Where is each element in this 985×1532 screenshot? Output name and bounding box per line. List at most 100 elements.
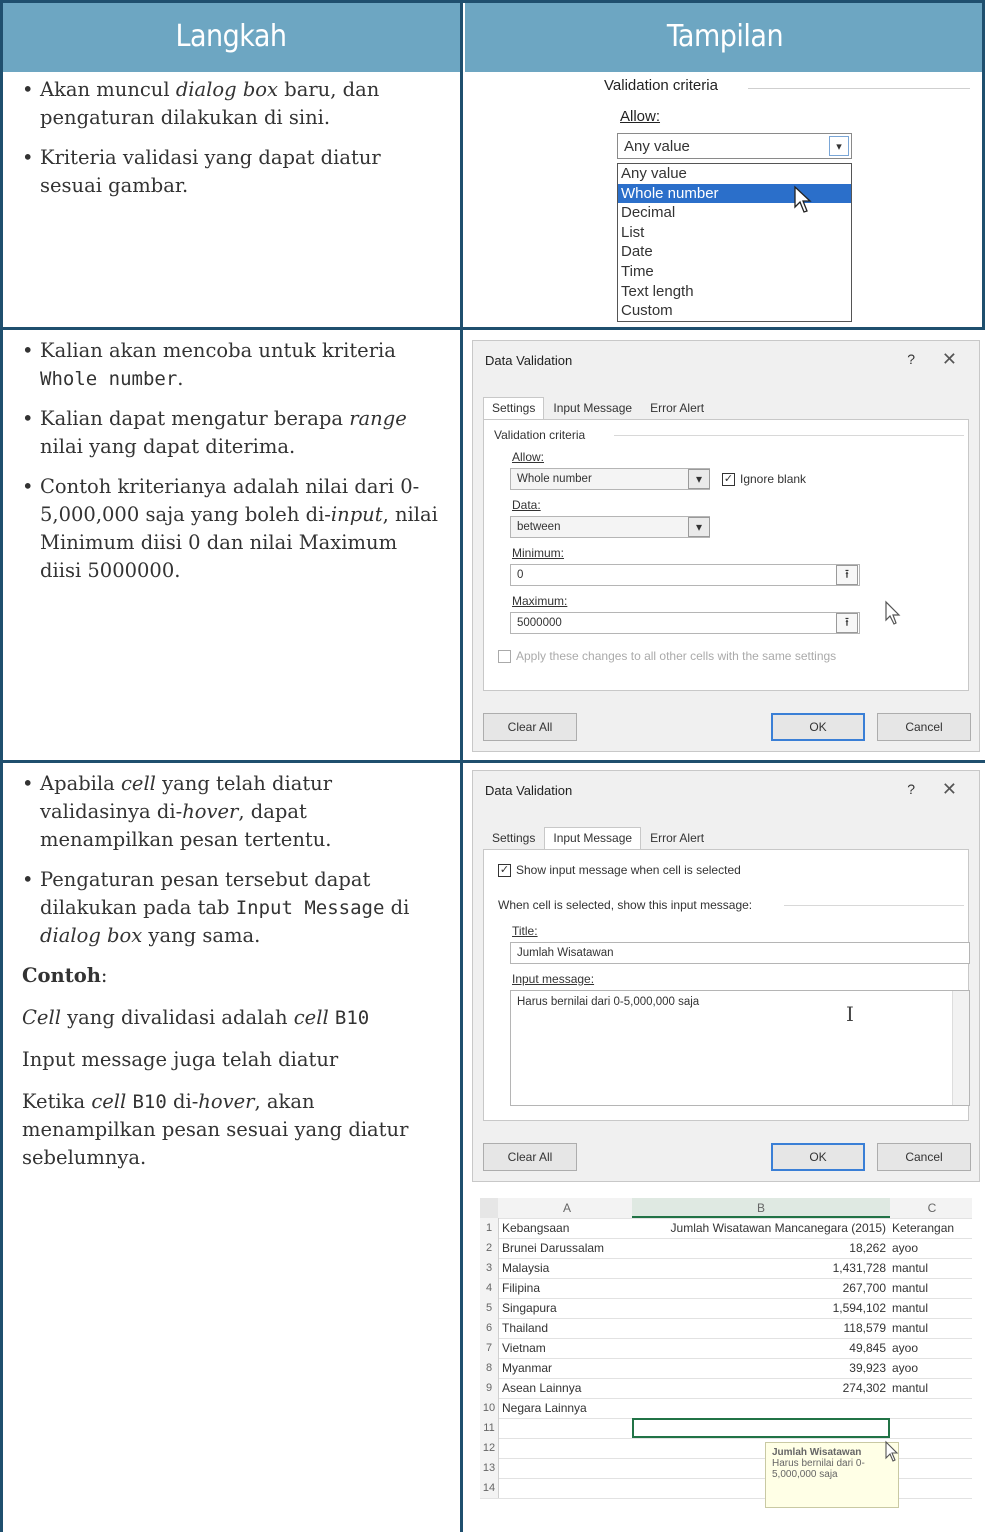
row-number: 12 xyxy=(480,1438,499,1458)
cell-b[interactable]: 274,302 xyxy=(632,1378,886,1398)
ignore-blank-label: Ignore blank xyxy=(740,472,807,486)
textarea-scrollbar[interactable] xyxy=(952,991,969,1105)
allow-combobox-value: Any value xyxy=(624,137,690,155)
col-header-b[interactable]: B xyxy=(632,1198,890,1218)
close-icon[interactable]: ✕ xyxy=(942,349,957,370)
cell-b[interactable]: 267,700 xyxy=(632,1278,886,1298)
data-select[interactable]: between xyxy=(510,516,710,538)
active-cell-b10[interactable] xyxy=(632,1418,890,1438)
ok-button[interactable]: OK xyxy=(771,713,865,741)
minimum-range-picker-icon[interactable]: ⭱ xyxy=(836,565,858,585)
clear-all-button[interactable]: Clear All xyxy=(483,1143,577,1171)
ok-button[interactable]: OK xyxy=(771,1143,865,1171)
cell-a[interactable]: Kebangsaan xyxy=(502,1218,632,1238)
option-text-length[interactable]: Text length xyxy=(618,282,851,302)
row2-steps: Kalian akan mencoba untuk kriteria Whole… xyxy=(22,337,442,597)
cell-c[interactable] xyxy=(892,1478,972,1498)
cell-a[interactable]: Malaysia xyxy=(502,1258,632,1278)
option-custom[interactable]: Custom xyxy=(618,301,851,321)
cell-b[interactable] xyxy=(632,1398,886,1418)
cell-a[interactable] xyxy=(502,1438,632,1458)
tab-error-alert[interactable]: Error Alert xyxy=(641,827,713,849)
cell-c[interactable]: mantul xyxy=(892,1258,972,1278)
option-list[interactable]: List xyxy=(618,223,851,243)
tab-settings[interactable]: Settings xyxy=(483,397,545,419)
cell-c[interactable] xyxy=(892,1458,972,1478)
cell-c[interactable]: ayoo xyxy=(892,1338,972,1358)
cell-a[interactable]: Brunei Darussalam xyxy=(502,1238,632,1258)
apply-all-checkbox[interactable] xyxy=(498,650,511,663)
show-message-label: Show input message when cell is selected xyxy=(516,863,741,877)
data-label: Data: xyxy=(512,498,541,512)
cell-c[interactable]: mantul xyxy=(892,1278,972,1298)
mouse-cursor-icon xyxy=(885,1440,899,1462)
minimum-label: Minimum: xyxy=(512,546,565,560)
tab-input-message[interactable]: Input Message xyxy=(544,397,641,419)
cancel-button[interactable]: Cancel xyxy=(877,1143,971,1171)
data-chevron-down-icon[interactable]: ▾ xyxy=(688,517,710,537)
tab-error-alert[interactable]: Error Alert xyxy=(641,397,713,419)
cell-c[interactable]: ayoo xyxy=(892,1358,972,1378)
row2-bullet-3: Contoh kriterianya adalah nilai dari 0-5… xyxy=(22,473,442,585)
cell-a[interactable]: Myanmar xyxy=(502,1358,632,1378)
cell-c[interactable]: ayoo xyxy=(892,1238,972,1258)
cell-a[interactable]: Vietnam xyxy=(502,1338,632,1358)
cell-c[interactable] xyxy=(892,1398,972,1418)
row-number: 13 xyxy=(480,1458,499,1478)
select-all-corner[interactable] xyxy=(480,1198,498,1218)
input-message-textarea[interactable]: Harus bernilai dari 0-5,000,000 saja xyxy=(510,990,970,1106)
minimum-input[interactable]: 0 xyxy=(510,564,860,586)
cell-b[interactable]: 39,923 xyxy=(632,1358,886,1378)
maximum-input[interactable]: 5000000 xyxy=(510,612,860,634)
tab-input-message[interactable]: Input Message xyxy=(544,827,642,849)
cell-a[interactable] xyxy=(502,1418,632,1438)
spreadsheet: A B C 1 Kebangsaan Jumlah Wisatawan Mancan… xyxy=(480,1198,972,1528)
cell-b[interactable]: 49,845 xyxy=(632,1338,886,1358)
cell-a[interactable]: Singapura xyxy=(502,1298,632,1318)
cell-a[interactable]: Negara Lainnya xyxy=(502,1398,632,1418)
tab-settings[interactable]: Settings xyxy=(483,827,544,849)
option-any-value[interactable]: Any value xyxy=(618,164,851,184)
title-input[interactable]: Jumlah Wisatawan xyxy=(510,942,970,964)
cell-c[interactable]: mantul xyxy=(892,1318,972,1338)
allow-combobox[interactable]: Any value ▾ xyxy=(617,133,852,159)
dialog-tabs: Settings Input Message Error Alert xyxy=(483,397,713,419)
cell-c[interactable]: mantul xyxy=(892,1298,972,1318)
row-number: 4 xyxy=(480,1278,499,1298)
show-message-checkbox[interactable]: ✓ xyxy=(498,864,511,877)
cell-c[interactable]: mantul xyxy=(892,1378,972,1398)
close-icon[interactable]: ✕ xyxy=(942,779,957,800)
cell-b[interactable]: Jumlah Wisatawan Mancanegara (2015) xyxy=(632,1218,886,1238)
cell-a[interactable] xyxy=(502,1458,632,1478)
cancel-button[interactable]: Cancel xyxy=(877,713,971,741)
table-row: 5 Singapura 1,594,102 mantul xyxy=(480,1298,972,1319)
allow-chevron-down-icon[interactable]: ▾ xyxy=(688,469,710,489)
clear-all-button[interactable]: Clear All xyxy=(483,713,577,741)
ignore-blank-checkbox[interactable]: ✓ xyxy=(722,473,735,486)
col-header-a[interactable]: A xyxy=(502,1198,632,1218)
cell-b[interactable]: 118,579 xyxy=(632,1318,887,1338)
option-date[interactable]: Date xyxy=(618,242,851,262)
option-time[interactable]: Time xyxy=(618,262,851,282)
row3-bullet-2: Pengaturan pesan tersebut dapat dilakuka… xyxy=(22,866,442,950)
cell-a[interactable]: Filipina xyxy=(502,1278,632,1298)
tooltip-body: Harus bernilai dari 0-5,000,000 saja xyxy=(772,1458,865,1480)
header-langkah: Langkah xyxy=(0,0,462,72)
cell-a[interactable]: Asean Lainnya xyxy=(502,1378,632,1398)
cell-b[interactable]: 1,594,102 xyxy=(632,1298,886,1318)
contoh-line-2: Input message juga telah diatur xyxy=(22,1048,339,1071)
cell-a[interactable]: Thailand xyxy=(502,1318,632,1338)
cell-c[interactable]: Keterangan xyxy=(892,1218,972,1238)
cell-b[interactable]: 1,431,728 xyxy=(632,1258,886,1278)
col-header-c[interactable]: C xyxy=(892,1198,972,1218)
cell-a[interactable] xyxy=(502,1478,632,1498)
help-button[interactable]: ? xyxy=(907,351,915,367)
allow-select[interactable]: Whole number xyxy=(510,468,710,490)
cell-b[interactable]: 18,262 xyxy=(632,1238,886,1258)
help-button[interactable]: ? xyxy=(907,781,915,797)
cell-c[interactable] xyxy=(892,1418,972,1438)
cell-c[interactable] xyxy=(892,1438,972,1458)
chevron-down-icon[interactable]: ▾ xyxy=(829,136,849,156)
maximum-label: Maximum: xyxy=(512,594,568,608)
maximum-range-picker-icon[interactable]: ⭱ xyxy=(836,613,858,633)
